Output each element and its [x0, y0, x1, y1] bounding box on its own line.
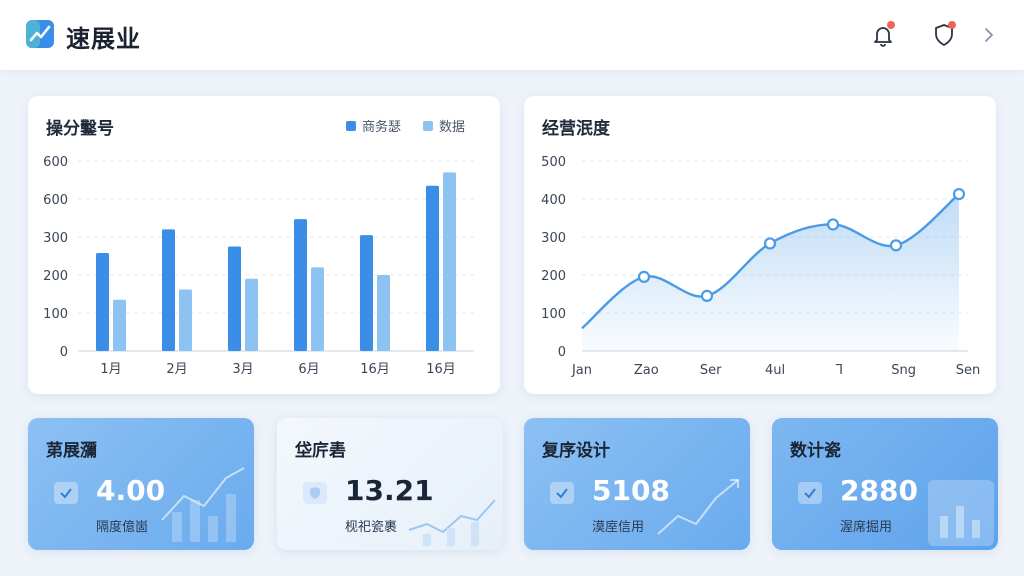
security-button[interactable] [931, 21, 957, 48]
bar-secondary [311, 267, 324, 351]
chevron-right-icon [985, 28, 993, 42]
x-tick-label: Sen [956, 363, 981, 378]
security-dot [948, 21, 956, 29]
stat-caption: 隔度億崮 [96, 520, 149, 535]
trend-decoration-icon [161, 467, 245, 542]
bar-primary [426, 185, 439, 351]
y-tick-label: 200 [43, 269, 68, 284]
bar-secondary [377, 275, 390, 351]
trend-decoration-icon [657, 479, 739, 535]
x-tick-label: 4ul [765, 363, 785, 378]
stat-caption: 枧祀瓷裹 [345, 520, 398, 535]
y-tick-label: 0 [558, 345, 566, 360]
shield-badge-icon [303, 482, 327, 504]
bar-chart: 0 100 200 300 600 600 1月 2月 3月 6月 16月 16月 [43, 155, 474, 377]
stat-card-4[interactable]: 数计瓷 2880 渥席掘用 [772, 418, 998, 550]
x-tick-label: Sng [891, 363, 916, 378]
check-icon [798, 482, 822, 504]
data-point [763, 237, 777, 250]
trend-decoration-icon [408, 499, 496, 546]
stat-card-3[interactable]: 复序设计 5108 漠庢信用 [524, 418, 750, 550]
x-tick-label: 6月 [298, 362, 319, 377]
line-chart-card: 经营泯度 0 100 200 300 400 500 Jan Zao Ser 4ul Ꞁ Sng Sen [524, 96, 996, 394]
x-tick-label: 3月 [232, 362, 253, 377]
bar-primary [162, 229, 175, 351]
stat-title: 复序设计 [542, 441, 610, 461]
notification-dot [887, 21, 895, 29]
stat-title: 数计瓷 [790, 441, 841, 461]
report-decoration-icon [928, 480, 994, 546]
stat-card-1[interactable]: 苐展瀰 4.00 隔度億崮 [28, 418, 254, 550]
stat-caption: 渥席掘用 [840, 520, 893, 535]
stat-title: 垈庍砉 [295, 441, 346, 461]
data-point [952, 187, 966, 201]
x-tick-label: 16月 [426, 362, 456, 377]
area-fill [582, 194, 959, 351]
bar-secondary [179, 289, 192, 351]
data-point [637, 270, 651, 283]
y-tick-label: 200 [541, 269, 566, 284]
stat-card-2[interactable]: 垈庍砉 13.21 枧祀瓷裹 [277, 418, 503, 550]
x-tick-label: 1月 [100, 362, 121, 377]
bar-primary [294, 219, 307, 351]
x-tick-label: Zao [634, 363, 659, 378]
y-tick-label: 500 [541, 155, 566, 170]
y-tick-label: 0 [60, 345, 68, 360]
stat-caption: 漠庢信用 [592, 520, 645, 535]
data-point [826, 218, 840, 231]
notification-button[interactable] [870, 21, 896, 48]
line-chart: 0 100 200 300 400 500 Jan Zao Ser 4ul Ꞁ Sng Sen [541, 155, 981, 378]
bar-primary [96, 252, 109, 351]
check-icon [550, 482, 574, 504]
x-tick-label: Ꞁ [836, 363, 843, 378]
stat-title: 苐展瀰 [46, 441, 97, 461]
y-tick-label: 300 [43, 231, 68, 246]
bar-primary [228, 246, 241, 351]
top-bar: 速展业 [0, 0, 1024, 70]
y-tick-label: 100 [43, 307, 68, 322]
y-tick-label: 600 [43, 155, 68, 170]
x-tick-label: 16月 [360, 362, 390, 377]
stat-value: 2880 [840, 474, 918, 507]
bar-secondary [113, 299, 126, 351]
x-tick-label: Ser [700, 363, 722, 378]
check-icon [54, 482, 78, 504]
data-point [700, 289, 714, 302]
app-title: 速展业 [66, 25, 141, 53]
expand-button[interactable] [980, 22, 1006, 48]
x-tick-label: 2月 [166, 362, 187, 377]
y-tick-label: 600 [43, 193, 68, 208]
bar-secondary [443, 172, 456, 351]
y-tick-label: 400 [541, 193, 566, 208]
bar-secondary [245, 278, 258, 351]
x-tick-label: Jan [571, 363, 592, 378]
y-tick-label: 100 [541, 307, 566, 322]
chart-logo-icon [26, 20, 54, 48]
data-point [889, 239, 903, 252]
y-tick-label: 300 [541, 231, 566, 246]
bar-primary [360, 235, 373, 351]
bar-chart-card: 操分鑿号 商务瑟 数据 0 100 200 300 600 600 1月 2月 3月 6月 16月 1… [28, 96, 500, 394]
